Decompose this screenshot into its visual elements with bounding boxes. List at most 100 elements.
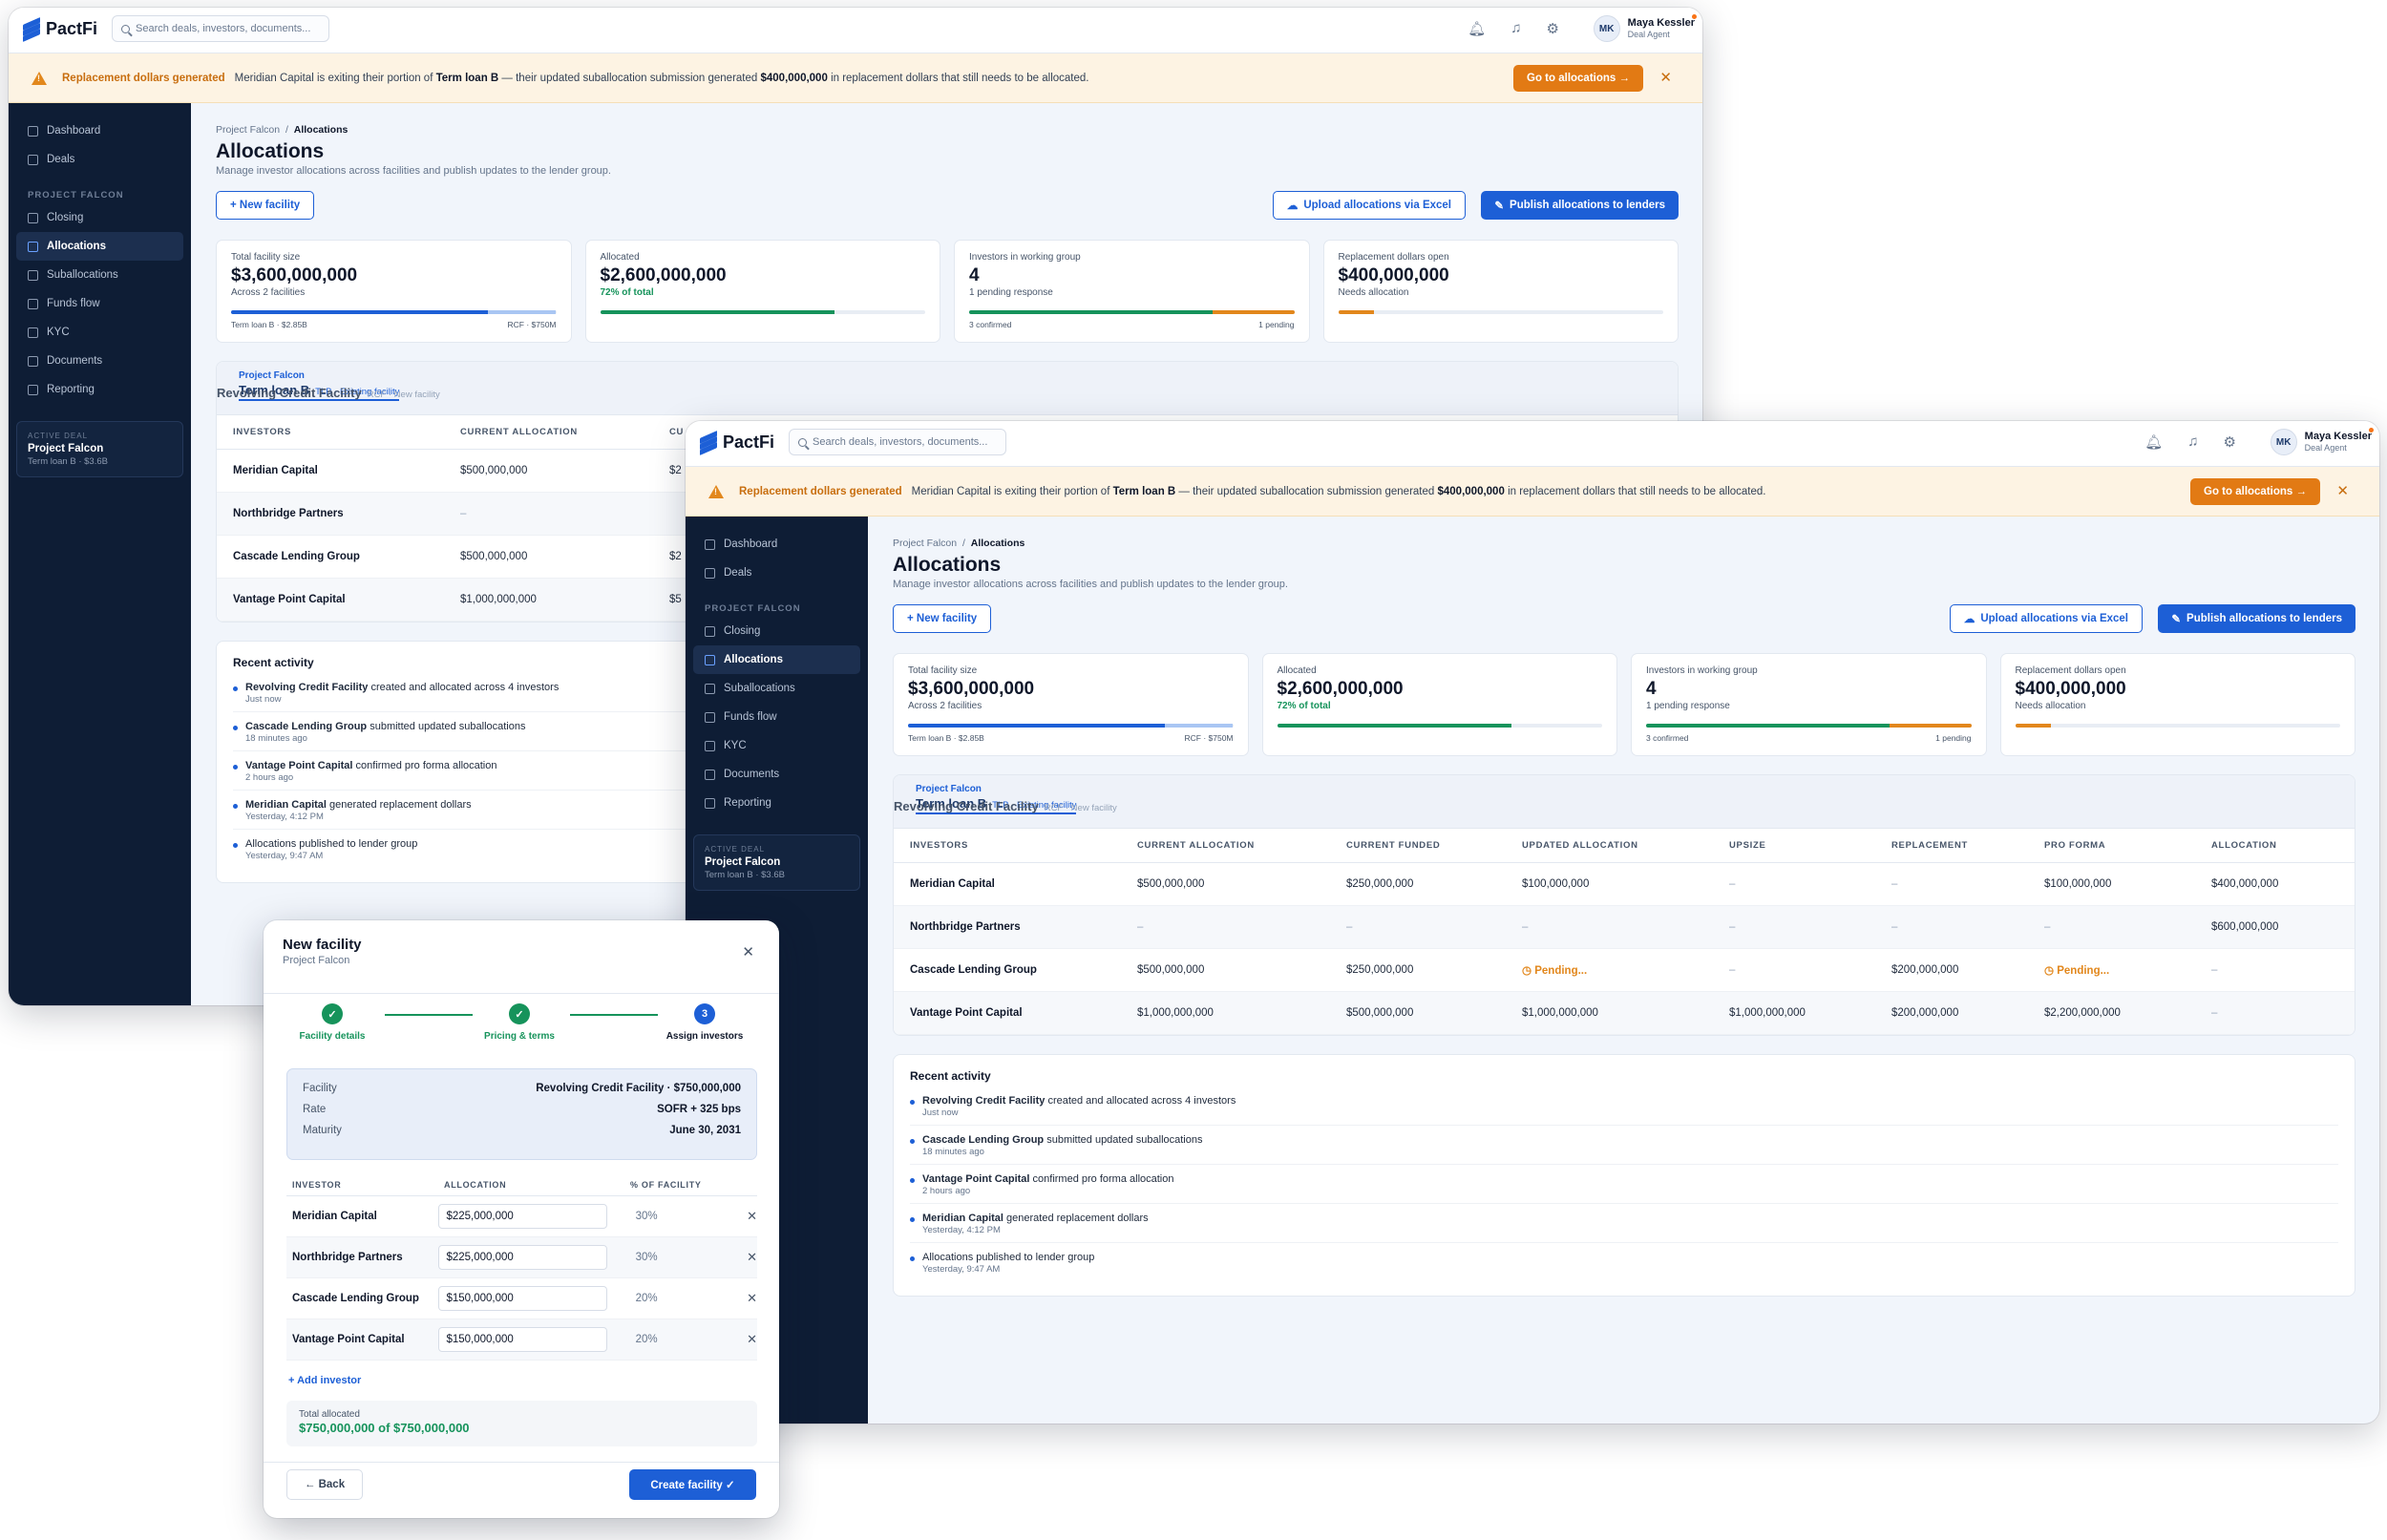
activity-subject: Meridian Capital [245,799,327,811]
sidebar-item-suballocations[interactable]: Suballocations [693,674,860,703]
step-assign-investors[interactable]: 3 Assign investors [652,1003,757,1042]
investor-name: Meridian Capital [910,878,995,890]
table-row[interactable]: Vantage Point Capital $1,000,000,000 $500,… [894,992,2355,1035]
upload-excel-button[interactable]: ☁ Upload allocations via Excel [1272,191,1466,220]
activity-action: generated replacement dollars [329,799,472,811]
user-menu[interactable]: MK Maya Kessler Deal Agent [1593,14,1697,42]
pactfi-logo[interactable]: PactFi [699,430,774,455]
music-icon[interactable]: ♫ [2187,433,2198,451]
sidebar-item-documents[interactable]: Documents [693,760,860,789]
add-investor-button[interactable]: + Add investor [288,1375,361,1386]
breadcrumb-parent[interactable]: Project Falcon [893,538,957,549]
activity-subject: Revolving Credit Facility [922,1095,1046,1107]
new-facility-button[interactable]: + New facility [216,191,315,220]
table-cell: – [2211,964,2218,976]
create-facility-button[interactable]: Create facility ✓ [629,1469,756,1500]
activity-action: created and allocated across 4 investors [1047,1095,1236,1107]
column-header: CURRENT FUNDED [1346,840,1441,851]
active-deal-card[interactable]: ACTIVE DEAL Project Falcon Term loan B ·… [693,834,860,891]
allocation-input[interactable]: $225,000,000 [438,1245,608,1270]
close-icon[interactable]: ✕ [1659,69,1672,86]
back-button[interactable]: ← Back [286,1469,363,1500]
allocation-cell: $150,000,000 [438,1286,618,1311]
activity-action: Allocations published to lender group [245,838,418,850]
gear-icon[interactable]: ⚙ [2224,433,2236,451]
sidebar-item-allocations[interactable]: Allocations [693,645,860,674]
banner-message: Meridian Capital is exiting their portio… [911,485,1766,497]
stat-card: Total facility size $3,600,000,000 Across … [216,240,572,343]
sidebar-item-kyc[interactable]: KYC [16,318,183,347]
allocation-input[interactable]: $150,000,000 [438,1327,608,1352]
activity-text: Meridian Capital generated replacement d… [245,799,472,811]
sidebar-item-closing[interactable]: Closing [693,617,860,645]
progress-segment [1277,724,1511,728]
facility-tabs: Project Falcon Term loan B TLB · Existing … [217,362,1678,415]
search-input[interactable]: Search deals, investors, documents... [789,429,1006,455]
app-window-front: PactFi Search deals, investors, document… [686,421,2379,1424]
activity-bullet [910,1256,915,1261]
sidebar-item-reporting[interactable]: Reporting [693,789,860,817]
remove-icon[interactable]: ✕ [711,1332,757,1347]
sidebar-item-dashboard[interactable]: Dashboard [16,116,183,145]
sidebar-item-funds-flow[interactable]: Funds flow [693,703,860,731]
publish-button[interactable]: ✎ Publish allocations to lenders [2158,604,2355,633]
table-cell: – [2211,1007,2218,1019]
check-icon: ✓ [509,1003,530,1024]
activity-bullet [233,765,238,770]
step-pricing-terms[interactable]: ✓ Pricing & terms [467,1003,572,1042]
table-row[interactable]: Cascade Lending Group $500,000,000 $250,00… [894,949,2355,992]
sidebar-item-allocations[interactable]: Allocations [16,232,183,261]
sidebar-item-documents[interactable]: Documents [16,347,183,375]
allocation-input[interactable]: $150,000,000 [438,1286,608,1311]
sidebar-item-closing[interactable]: Closing [16,203,183,232]
breadcrumb-parent[interactable]: Project Falcon [216,124,280,136]
gear-icon[interactable]: ⚙ [1547,20,1559,37]
tab-revolving-credit-facility[interactable]: Revolving Credit Facility RCF · New facil… [894,799,1117,813]
progress-segment [487,310,557,314]
activity-content: Revolving Credit Facility created and al… [245,682,559,705]
summary-row: Rate SOFR + 325 bps [303,1099,741,1120]
go-to-allocations-button[interactable]: Go to allocations → [2190,478,2320,505]
sidebar-item-dashboard[interactable]: Dashboard [693,530,860,559]
upload-excel-button[interactable]: ☁ Upload allocations via Excel [1949,604,2143,633]
sidebar-item-kyc[interactable]: KYC [693,731,860,760]
go-to-allocations-button[interactable]: Go to allocations → [1513,65,1643,92]
table-row[interactable]: Meridian Capital $500,000,000 $250,000,000… [894,863,2355,906]
allocation-input[interactable]: $225,000,000 [438,1204,608,1229]
search-input[interactable]: Search deals, investors, documents... [112,15,329,42]
sidebar-item-deals[interactable]: Deals [16,145,183,174]
activity-content: Cascade Lending Group submitted updated … [245,721,525,744]
sidebar-item-funds-flow[interactable]: Funds flow [16,289,183,318]
step-facility-details[interactable]: ✓ Facility details [280,1003,385,1042]
main-content: Project Falcon / Allocations Allocations… [868,517,2379,1424]
table-cell: $250,000,000 [1346,964,1414,976]
active-deal-name: Project Falcon [705,856,781,868]
activity-bullet [910,1178,915,1183]
close-icon[interactable]: ✕ [2336,482,2349,499]
remove-icon[interactable]: ✕ [711,1250,757,1265]
sidebar-item-label: Documents [724,769,780,780]
user-menu[interactable]: MK Maya Kessler Deal Agent [2270,428,2374,455]
legend-right: 1 pending [1935,733,1972,743]
new-facility-button[interactable]: + New facility [893,604,992,633]
investor-name: Cascade Lending Group [292,1293,419,1304]
sidebar-item-suballocations[interactable]: Suballocations [16,261,183,289]
pencil-icon: ✎ [2171,614,2182,625]
tab-revolving-credit-facility[interactable]: Revolving Credit Facility RCF · New facil… [217,386,440,400]
active-deal-card[interactable]: ACTIVE DEAL Project Falcon Term loan B ·… [16,421,183,477]
remove-icon[interactable]: ✕ [711,1209,757,1224]
close-icon[interactable]: ✕ [742,943,754,960]
sidebar-item-deals[interactable]: Deals [693,559,860,587]
table-row[interactable]: Northbridge Partners – – – – – – $600,000,000 [894,906,2355,949]
bell-icon[interactable]: 🔔︎ [1468,20,1486,37]
publish-button[interactable]: ✎ Publish allocations to lenders [1481,191,1679,220]
step-number: 3 [694,1003,715,1024]
music-icon[interactable]: ♫ [1510,20,1521,37]
pactfi-logo[interactable]: PactFi [22,16,97,42]
summary-value: SOFR + 325 bps [657,1104,741,1115]
activity-subject: Cascade Lending Group [922,1134,1045,1146]
stat-subtext: 72% of total [1277,701,1331,711]
bell-icon[interactable]: 🔔︎ [2144,433,2163,451]
sidebar-item-reporting[interactable]: Reporting [16,375,183,404]
remove-icon[interactable]: ✕ [711,1291,757,1306]
